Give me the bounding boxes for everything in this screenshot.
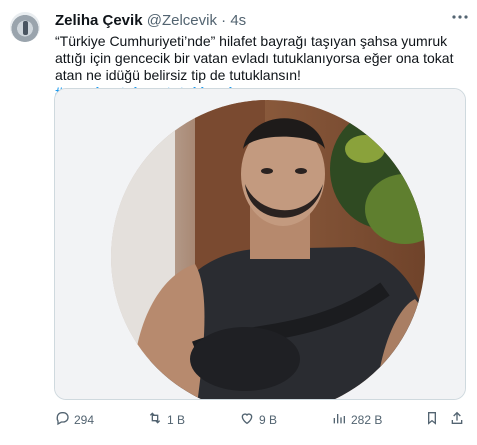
reply-count: 294: [74, 412, 95, 427]
retweet-button[interactable]: 1 B: [147, 410, 185, 429]
timestamp[interactable]: 4s: [230, 12, 246, 29]
like-count: 9 B: [259, 412, 278, 427]
action-bar: 294 1 B 9 B 282 B: [0, 404, 477, 430]
views-count: 282 B: [351, 412, 383, 427]
separator: ·: [221, 12, 227, 29]
share-icon: [449, 410, 465, 429]
tweet-header: Zeliha Çevik @Zelcevik · 4s: [55, 13, 246, 29]
views-button[interactable]: 282 B: [331, 410, 382, 429]
retweet-icon: [147, 410, 163, 429]
reply-button[interactable]: 294: [54, 410, 94, 429]
like-icon: [239, 410, 255, 429]
handle[interactable]: @Zelcevik: [147, 12, 217, 29]
retweet-count: 1 B: [167, 412, 186, 427]
share-button[interactable]: [449, 410, 465, 429]
reply-icon: [54, 410, 70, 429]
views-icon: [331, 410, 347, 429]
tweet-card[interactable]: Zeliha Çevik @Zelcevik · 4s “Türkiye Cum…: [0, 0, 477, 445]
photo: [55, 89, 465, 399]
like-button[interactable]: 9 B: [239, 410, 277, 429]
tweet-body: “Türkiye Cumhuriyeti’nde” hilafet bayrağ…: [55, 33, 454, 83]
bookmark-icon: [424, 410, 440, 429]
display-name[interactable]: Zeliha Çevik: [55, 12, 143, 29]
more-icon[interactable]: [451, 12, 469, 22]
tweet-media[interactable]: [54, 88, 466, 400]
bookmark-button[interactable]: [424, 410, 440, 429]
avatar[interactable]: [10, 12, 40, 42]
